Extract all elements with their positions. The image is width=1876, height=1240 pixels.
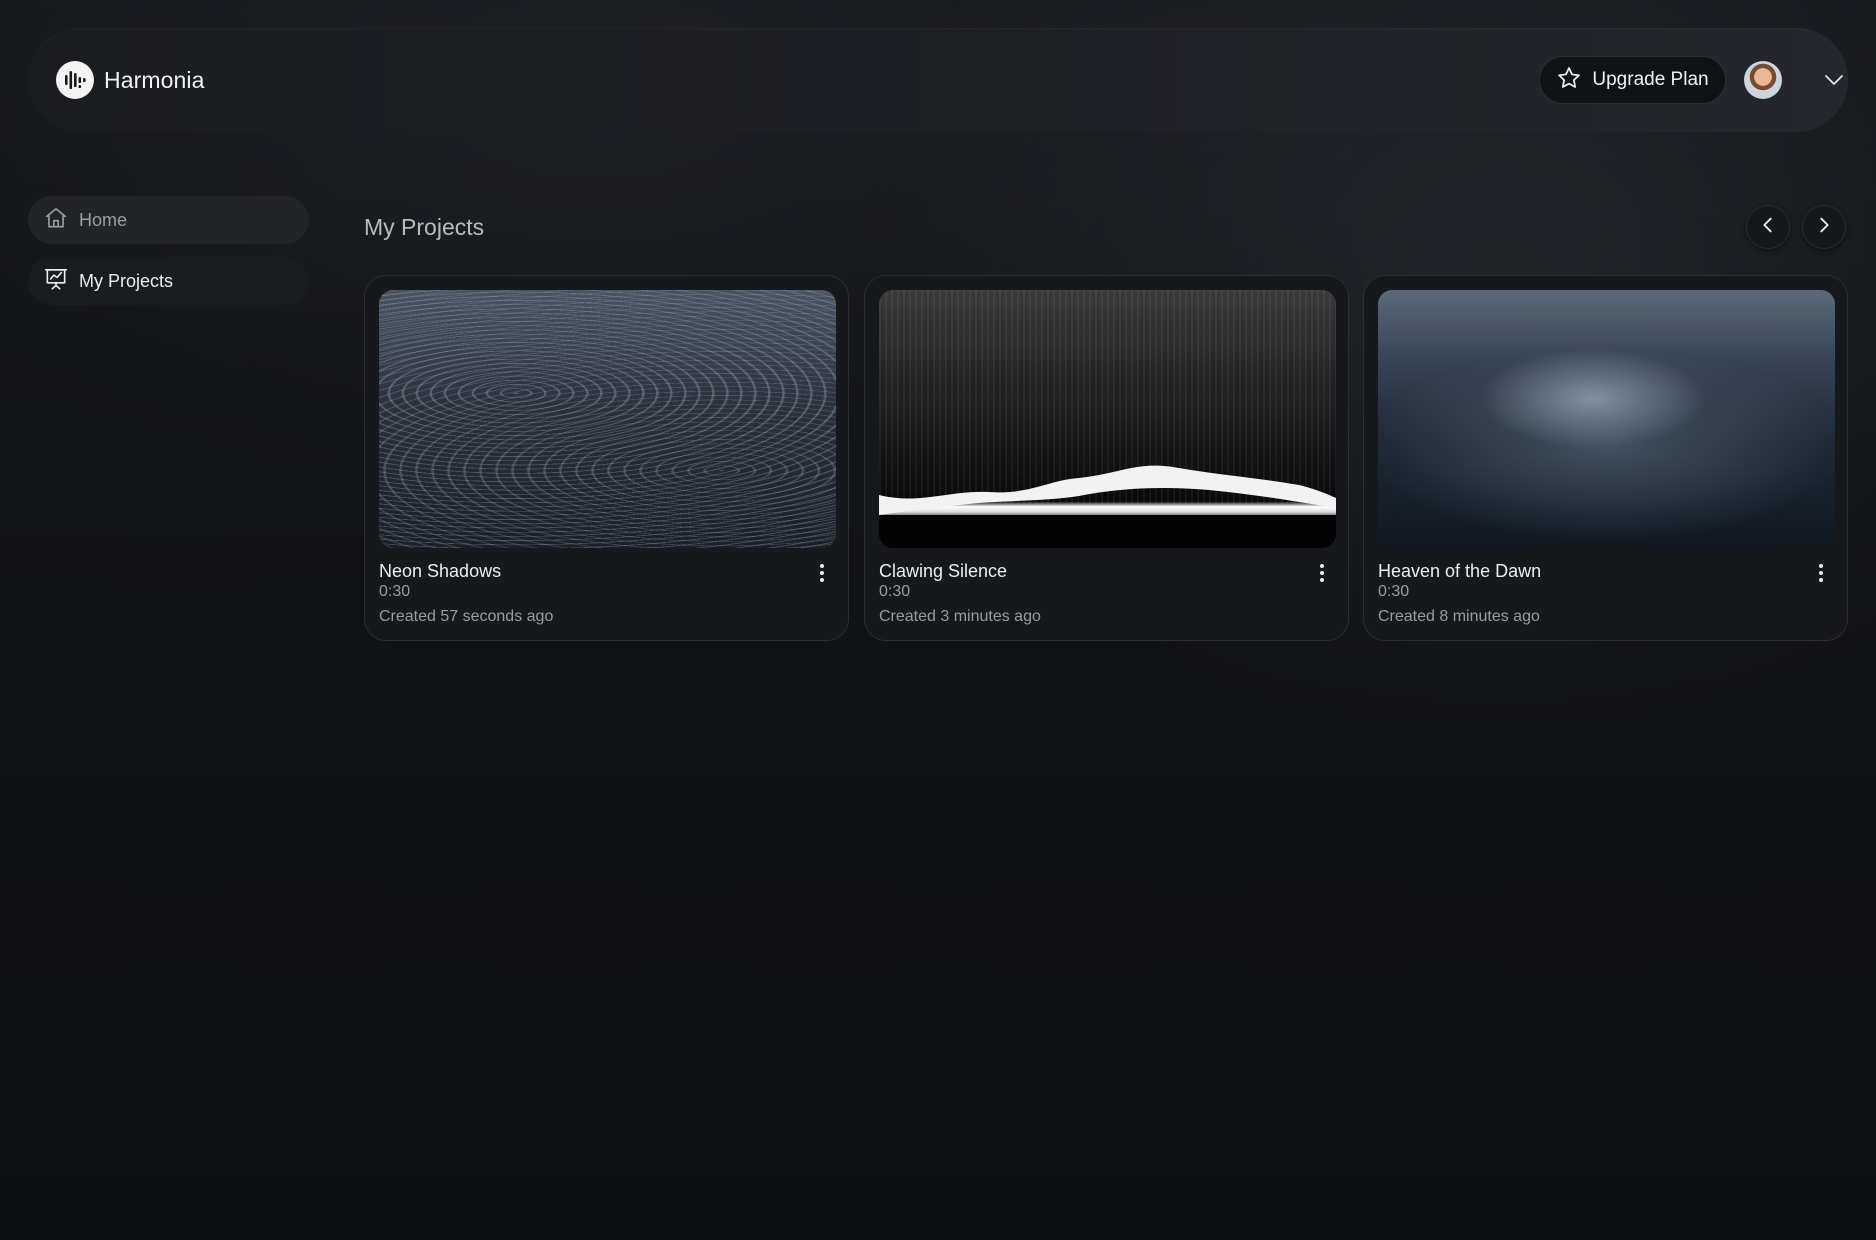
top-header: Harmonia Upgrade Plan — [28, 28, 1848, 132]
project-created: Created 57 seconds ago — [379, 608, 554, 625]
project-title: Clawing Silence — [879, 561, 1008, 581]
project-duration: 0:30 — [1378, 583, 1410, 600]
waveform-icon — [56, 61, 94, 99]
project-duration: 0:30 — [879, 583, 911, 600]
brand[interactable]: Harmonia — [56, 61, 205, 99]
avatar[interactable] — [1744, 61, 1782, 99]
page-title: My Projects — [364, 214, 485, 240]
project-thumbnail[interactable] — [879, 290, 1336, 548]
chevron-right-icon — [1813, 214, 1835, 241]
upgrade-plan-label: Upgrade Plan — [1592, 69, 1709, 90]
project-thumbnail[interactable] — [379, 290, 836, 548]
chevron-down-icon[interactable] — [1822, 68, 1846, 97]
sidebar-item-label: My Projects — [79, 270, 174, 291]
project-title: Neon Shadows — [379, 561, 502, 581]
project-card[interactable]: Heaven of the Dawn 0:30 Created 8 minute… — [1363, 275, 1848, 641]
sidebar-item-home[interactable]: Home — [28, 196, 309, 244]
project-created: Created 8 minutes ago — [1378, 608, 1540, 625]
project-card[interactable]: Clawing Silence 0:30 Created 3 minutes a… — [864, 275, 1349, 641]
project-created: Created 3 minutes ago — [879, 608, 1041, 625]
project-title: Heaven of the Dawn — [1378, 561, 1542, 581]
project-card[interactable]: Neon Shadows 0:30 Created 57 seconds ago — [364, 275, 849, 641]
project-thumbnail[interactable] — [1378, 290, 1835, 548]
home-icon — [43, 205, 69, 236]
upgrade-plan-button[interactable]: Upgrade Plan — [1539, 56, 1726, 104]
app-name: Harmonia — [104, 66, 205, 93]
carousel-next-button[interactable] — [1802, 205, 1846, 249]
sidebar-item-my-projects[interactable]: My Projects — [28, 257, 309, 305]
chevron-left-icon — [1757, 214, 1779, 241]
presentation-chart-icon — [43, 266, 69, 297]
sidebar-item-label: Home — [79, 209, 128, 230]
carousel-prev-button[interactable] — [1746, 205, 1790, 249]
more-options-icon[interactable] — [810, 561, 834, 585]
more-options-icon[interactable] — [1310, 561, 1334, 585]
star-icon — [1556, 65, 1582, 96]
more-options-icon[interactable] — [1809, 561, 1833, 585]
project-duration: 0:30 — [379, 583, 411, 600]
wave-crest-graphic — [879, 465, 1336, 548]
